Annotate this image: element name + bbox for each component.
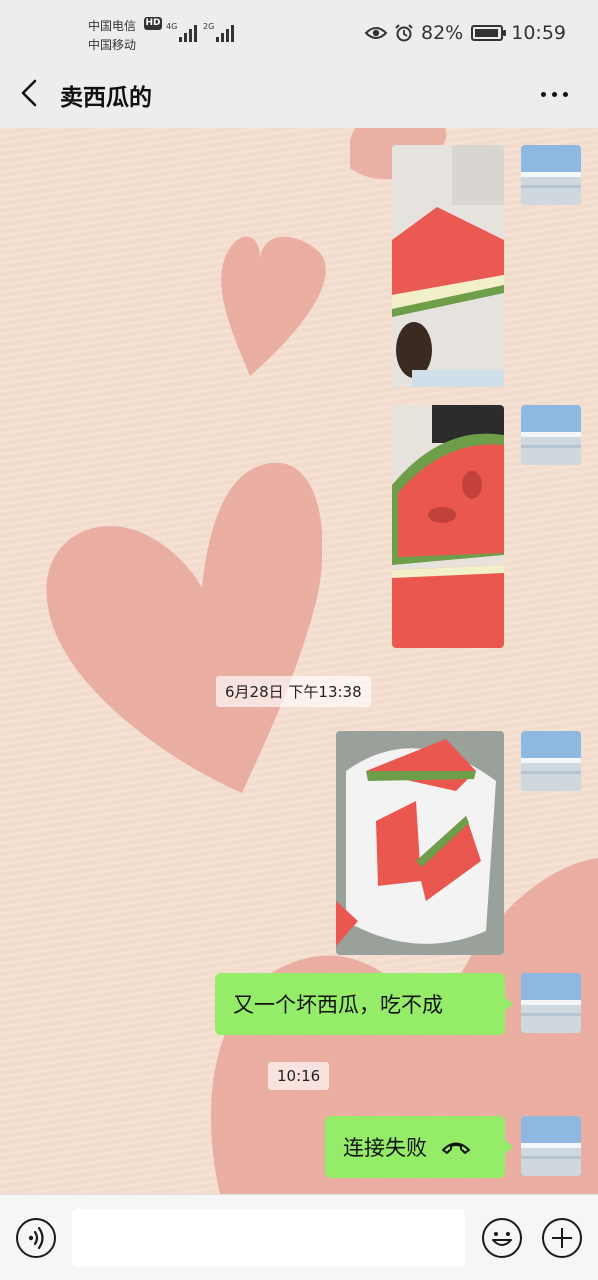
emoji-button[interactable] xyxy=(482,1218,522,1258)
photo-message[interactable] xyxy=(392,405,504,648)
message-text: 又一个坏西瓜，吃不成 xyxy=(233,993,443,1017)
time-badge: 6月28日 下午13:38 xyxy=(216,676,371,707)
text-message-bubble[interactable]: 又一个坏西瓜，吃不成 xyxy=(215,973,513,1035)
status-bar: 中国电信 HD 中国移动 4G 2G 82% 10:59 xyxy=(0,0,598,62)
call-status-text: 连接失败 xyxy=(343,1136,427,1160)
chat-title: 卖西瓜的 xyxy=(60,85,152,111)
more-dot xyxy=(551,91,557,97)
battery-percent: 82% xyxy=(421,22,464,44)
watermelon-photo-3 xyxy=(336,731,504,955)
nav-bar: 卖西瓜的 xyxy=(0,62,598,128)
input-bar xyxy=(0,1194,598,1280)
hd-badge: HD xyxy=(144,17,162,30)
photo-message[interactable] xyxy=(336,731,504,955)
carrier-1: 中国电信 xyxy=(88,19,137,33)
status-right: 82% 10:59 xyxy=(365,22,566,44)
avatar[interactable] xyxy=(521,405,581,465)
avatar-image xyxy=(521,145,581,205)
background-heart-large xyxy=(46,462,322,793)
avatar[interactable] xyxy=(521,973,581,1033)
more-dot xyxy=(540,91,546,97)
avatar[interactable] xyxy=(521,1116,581,1176)
hangup-phone-icon xyxy=(442,1142,470,1154)
emoji-icon xyxy=(492,1232,512,1246)
alarm-icon xyxy=(395,24,413,42)
eye-icon xyxy=(365,27,387,39)
chat-area[interactable]: 6月28日 下午13:38 又一个坏西瓜，吃不成 10:16 连接失败 xyxy=(0,128,598,1194)
avatar[interactable] xyxy=(521,731,581,791)
avatar-image xyxy=(521,1116,581,1176)
back-button[interactable] xyxy=(10,74,50,114)
signal-bars-2-icon xyxy=(216,25,234,42)
carrier-2: 中国移动 xyxy=(88,38,137,52)
signal-bars-1-icon xyxy=(179,25,197,42)
battery-level xyxy=(475,29,499,37)
photo-message[interactable] xyxy=(392,145,504,387)
chevron-left-icon xyxy=(21,79,37,107)
more-dot xyxy=(562,91,568,97)
watermelon-photo-1 xyxy=(392,145,504,387)
signal-type-1: 4G xyxy=(166,22,178,31)
battery-icon xyxy=(471,25,507,41)
signal-type-2: 2G xyxy=(203,22,215,31)
plus-button[interactable] xyxy=(542,1218,582,1258)
clock: 10:59 xyxy=(511,22,566,44)
message-input[interactable] xyxy=(72,1209,465,1267)
avatar-image xyxy=(521,973,581,1033)
more-button[interactable] xyxy=(534,76,574,112)
time-badge: 10:16 xyxy=(268,1062,330,1090)
avatar[interactable] xyxy=(521,145,581,205)
background-heart-small xyxy=(221,236,326,376)
voice-icon xyxy=(28,1226,44,1250)
avatar-image xyxy=(521,731,581,791)
watermelon-photo-2 xyxy=(392,405,504,648)
call-message-bubble[interactable]: 连接失败 xyxy=(325,1116,513,1178)
avatar-image xyxy=(521,405,581,465)
voice-button[interactable] xyxy=(16,1218,56,1258)
